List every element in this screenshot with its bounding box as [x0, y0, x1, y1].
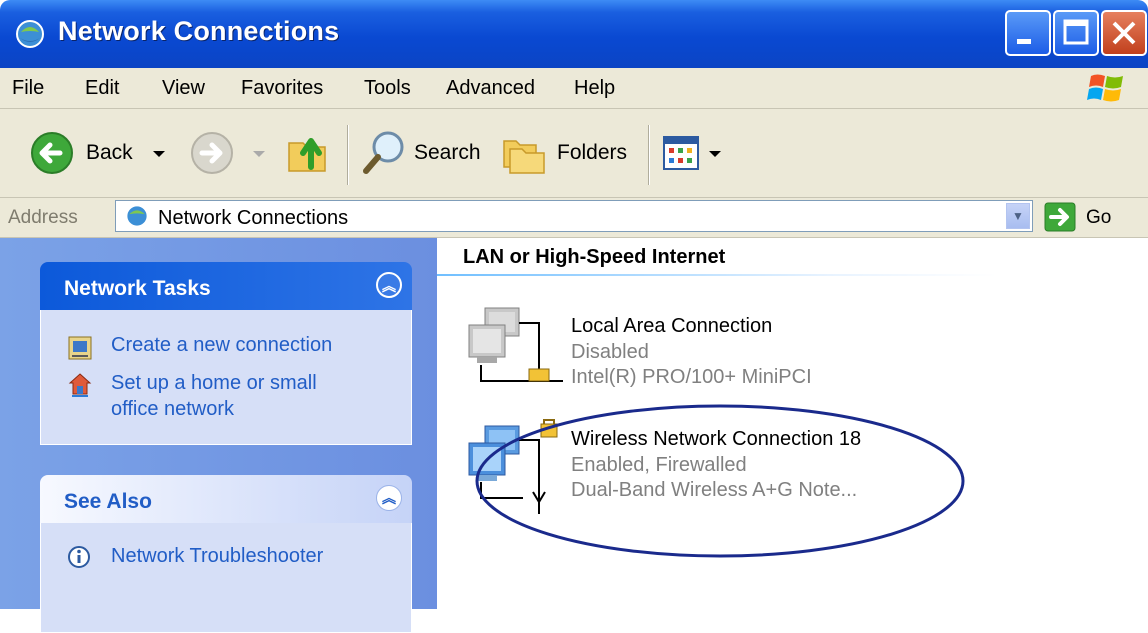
- section-title: LAN or High-Speed Internet: [463, 246, 726, 268]
- collapse-up-icon[interactable]: ︽: [376, 485, 402, 511]
- close-icon: [1112, 21, 1136, 45]
- back-button[interactable]: Back: [30, 129, 180, 179]
- chevron-down-icon: ▼: [1012, 209, 1024, 223]
- address-bar: Address Network Connections ▼ Go: [0, 198, 1148, 238]
- folders-icon: [503, 140, 545, 174]
- connection-status: Disabled: [571, 341, 649, 363]
- home-network-link-line1: Set up a home or small: [111, 372, 317, 394]
- network-tasks-title: Network Tasks: [64, 277, 211, 300]
- menu-advanced[interactable]: Advanced: [446, 77, 535, 100]
- home-network-link-line2: office network: [111, 398, 235, 420]
- maximize-icon: [1063, 19, 1089, 45]
- highlight-ellipse: [475, 404, 965, 558]
- up-folder-button[interactable]: [285, 127, 335, 181]
- collapse-up-icon[interactable]: ︽: [376, 272, 402, 298]
- views-button[interactable]: [662, 133, 732, 177]
- chevron-down-icon: [253, 151, 265, 157]
- forward-button[interactable]: [190, 129, 270, 179]
- see-also-panel: See Also ︽ Network Troubleshooter: [40, 475, 412, 633]
- views-icon: [663, 136, 699, 170]
- address-dropdown-button[interactable]: ▼: [1006, 203, 1030, 229]
- network-troubleshooter-link[interactable]: Network Troubleshooter: [111, 543, 323, 569]
- address-label: Address: [8, 207, 78, 228]
- menu-edit[interactable]: Edit: [85, 77, 119, 100]
- menu-tools[interactable]: Tools: [364, 77, 411, 100]
- folders-button[interactable]: Folders: [500, 127, 635, 181]
- close-button[interactable]: [1101, 10, 1147, 56]
- see-also-title: See Also: [64, 490, 152, 513]
- minimize-button[interactable]: [1005, 10, 1051, 56]
- minimize-icon: [1017, 39, 1031, 44]
- search-icon: [363, 131, 404, 174]
- windows-logo-icon: [1087, 74, 1123, 102]
- menu-view[interactable]: View: [162, 77, 205, 100]
- menu-help[interactable]: Help: [574, 77, 615, 100]
- see-also-header[interactable]: See Also ︽: [40, 475, 412, 523]
- go-button[interactable]: Go: [1086, 207, 1111, 229]
- go-arrow-icon[interactable]: [1044, 202, 1078, 232]
- forward-arrow-icon: [191, 132, 233, 174]
- network-tasks-body: Create a new connection Set up a home or…: [40, 310, 412, 445]
- menu-bar: File Edit View Favorites Tools Advanced …: [0, 68, 1148, 109]
- folders-label: Folders: [557, 141, 628, 164]
- create-new-connection-link[interactable]: Create a new connection: [111, 332, 332, 358]
- home-network-icon: [68, 373, 92, 397]
- back-label: Back: [86, 141, 133, 164]
- title-bar[interactable]: Network Connections: [0, 0, 1148, 68]
- chevron-down-icon: [153, 151, 165, 157]
- maximize-button[interactable]: [1053, 10, 1099, 56]
- lan-connection-icon: [468, 307, 563, 382]
- back-arrow-icon: [31, 132, 73, 174]
- address-input[interactable]: Network Connections ▼: [115, 200, 1033, 232]
- task-pane: Network Tasks ︽ Create a new connection …: [0, 238, 437, 633]
- search-label: Search: [414, 141, 481, 164]
- menu-file[interactable]: File: [12, 77, 44, 100]
- connection-name: Local Area Connection: [571, 315, 773, 337]
- address-value: Network Connections: [158, 207, 349, 229]
- menu-favorites[interactable]: Favorites: [241, 77, 323, 100]
- connection-device: Intel(R) PRO/100+ MiniPCI: [571, 366, 812, 388]
- network-tasks-panel: Network Tasks ︽ Create a new connection …: [40, 262, 412, 445]
- see-also-body: Network Troubleshooter: [40, 523, 412, 633]
- new-connection-icon: [68, 336, 92, 360]
- network-tasks-header[interactable]: Network Tasks ︽: [40, 262, 412, 310]
- standard-toolbar: Back Search Folders: [0, 108, 1148, 198]
- up-folder-icon: [288, 138, 326, 172]
- network-connections-icon: [16, 20, 44, 48]
- search-button[interactable]: Search: [360, 127, 490, 181]
- connection-item-local-area[interactable]: Local Area Connection Disabled Intel(R) …: [463, 305, 883, 405]
- info-icon: [68, 546, 90, 568]
- section-divider: [437, 274, 997, 276]
- window-title: Network Connections: [58, 16, 340, 46]
- chevron-down-icon: [709, 151, 721, 157]
- network-connections-icon: [125, 204, 149, 228]
- home-network-link[interactable]: Set up a home or small office network: [111, 370, 317, 422]
